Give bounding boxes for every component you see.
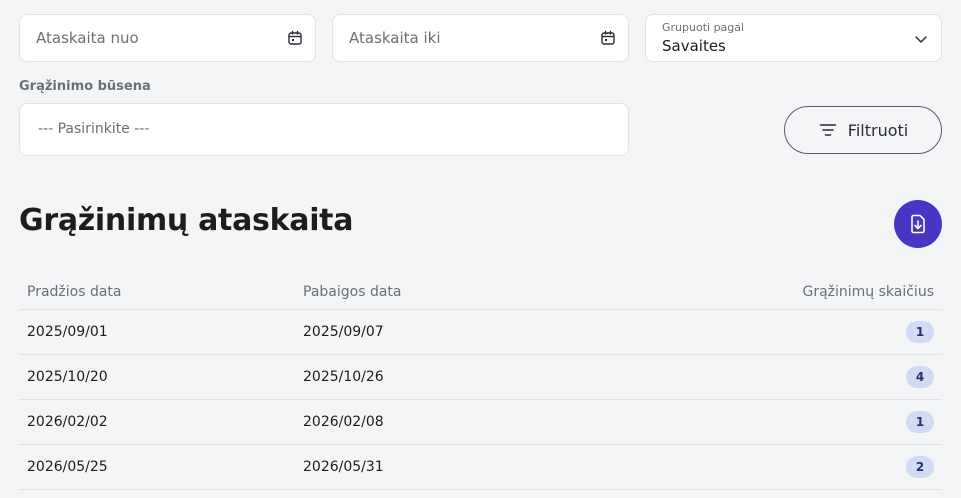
table-row: 2025/10/20 2025/10/26 4 — [19, 355, 942, 400]
report-table: Pradžios data Pabaigos data Grąžinimų sk… — [19, 274, 942, 490]
group-by-label: Grupuoti pagal — [662, 21, 745, 34]
end-date-cell: 2026/05/31 — [303, 459, 384, 475]
start-date-cell: 2026/02/02 — [27, 414, 108, 430]
calendar-icon[interactable] — [600, 30, 616, 46]
group-by-value: Savaites — [662, 37, 726, 55]
end-date-cell: 2025/09/07 — [303, 324, 384, 340]
table-row: 2026/02/02 2026/02/08 1 — [19, 400, 942, 445]
date-from-input[interactable] — [36, 15, 275, 61]
date-from-field[interactable] — [19, 14, 316, 62]
end-date-cell: 2026/02/08 — [303, 414, 384, 430]
page-title: Grąžinimų ataskaita — [19, 203, 354, 238]
file-download-icon — [911, 214, 925, 234]
return-count-cell: 1 — [906, 310, 934, 354]
column-header-end-date: Pabaigos data — [303, 283, 402, 300]
date-to-field[interactable] — [332, 14, 629, 62]
filter-button-label: Filtruoti — [847, 120, 909, 140]
start-date-cell: 2026/05/25 — [27, 459, 108, 475]
end-date-cell: 2025/10/26 — [303, 369, 384, 385]
calendar-icon[interactable] — [287, 30, 303, 46]
count-badge: 2 — [906, 456, 934, 478]
download-report-button[interactable] — [894, 200, 942, 248]
filter-button[interactable]: Filtruoti — [784, 106, 942, 154]
count-badge: 1 — [906, 411, 934, 433]
start-date-cell: 2025/10/20 — [27, 369, 108, 385]
chevron-down-icon — [915, 36, 927, 43]
column-header-start-date: Pradžios data — [27, 283, 122, 300]
return-count-cell: 2 — [906, 445, 934, 489]
return-status-value: --- Pasirinkite --- — [38, 121, 150, 137]
count-badge: 4 — [906, 366, 934, 388]
column-header-return-count: Grąžinimų skaičius — [802, 283, 934, 300]
table-row: 2026/05/25 2026/05/31 2 — [19, 445, 942, 490]
start-date-cell: 2025/09/01 — [27, 324, 108, 340]
return-status-select[interactable]: --- Pasirinkite --- — [19, 103, 629, 156]
return-status-label: Grąžinimo būsena — [19, 79, 151, 94]
table-header-row: Pradžios data Pabaigos data Grąžinimų sk… — [19, 274, 942, 310]
table-row: 2025/09/01 2025/09/07 1 — [19, 310, 942, 355]
count-badge: 1 — [906, 321, 934, 343]
date-to-input[interactable] — [349, 15, 588, 61]
group-by-select[interactable]: Grupuoti pagal Savaites — [645, 14, 942, 62]
return-count-cell: 4 — [906, 355, 934, 399]
return-count-cell: 1 — [906, 400, 934, 444]
filter-lines-icon — [819, 124, 837, 136]
